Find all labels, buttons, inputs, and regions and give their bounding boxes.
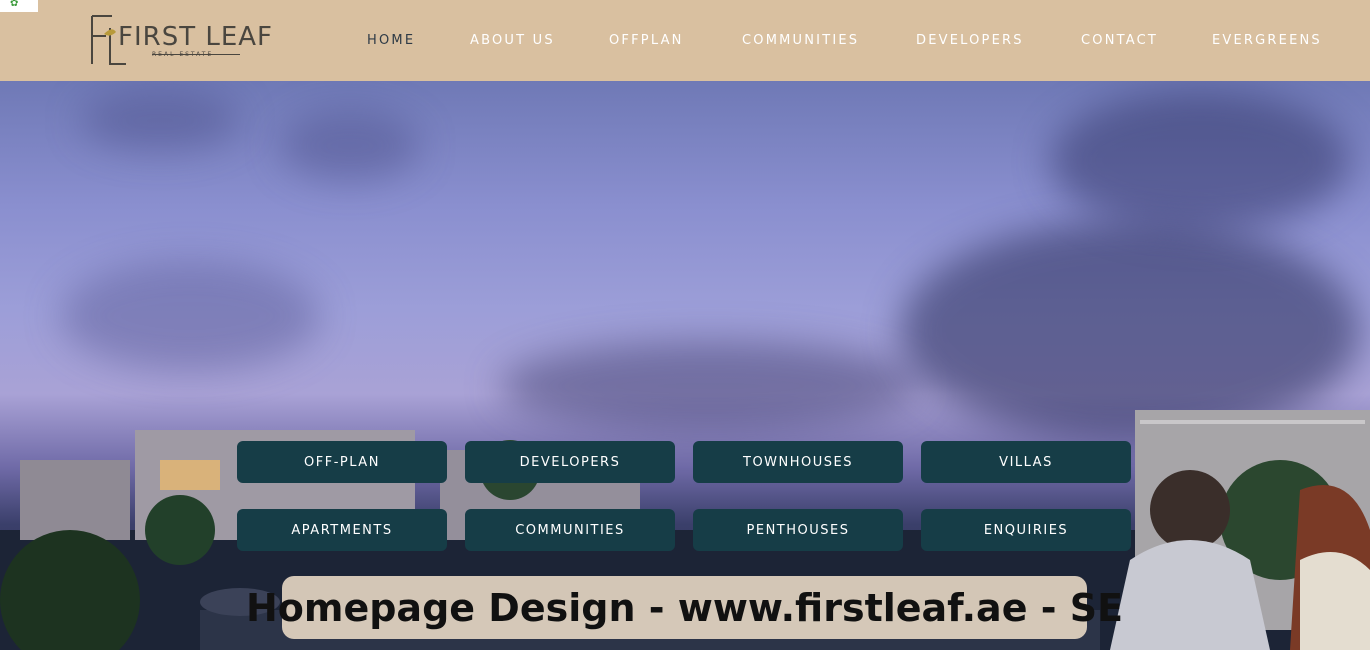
- caption-text: Homepage Design - www.firstleaf.ae - SE: [245, 585, 1124, 630]
- leaf-badge-icon: ✿: [0, 0, 38, 12]
- nav-developers[interactable]: DEVELOPERS: [916, 33, 1024, 48]
- nav-about-us[interactable]: ABOUT US: [470, 33, 555, 48]
- communities-button[interactable]: COMMUNITIES: [465, 509, 675, 551]
- offplan-button[interactable]: OFF-PLAN: [237, 441, 447, 483]
- villas-button[interactable]: VILLAS: [921, 441, 1131, 483]
- logo-rule: [152, 54, 240, 55]
- site-logo[interactable]: FIRST LEAF REAL ESTATE: [86, 14, 272, 68]
- nav-home[interactable]: HOME: [367, 33, 415, 48]
- nav-evergreens[interactable]: EVERGREENS: [1212, 33, 1322, 48]
- logo-wordmark: FIRST LEAF: [118, 22, 273, 52]
- penthouses-button[interactable]: PENTHOUSES: [693, 509, 903, 551]
- townhouses-button[interactable]: TOWNHOUSES: [693, 441, 903, 483]
- hero-image: [0, 81, 1370, 650]
- developers-button[interactable]: DEVELOPERS: [465, 441, 675, 483]
- site-header: ✿ FIRST LEAF REAL ESTATE HOME ABOUT US O…: [0, 0, 1370, 81]
- nav-communities[interactable]: COMMUNITIES: [742, 33, 859, 48]
- enquiries-button[interactable]: ENQUIRIES: [921, 509, 1131, 551]
- apartments-button[interactable]: APARTMENTS: [237, 509, 447, 551]
- nav-offplan[interactable]: OFFPLAN: [609, 33, 684, 48]
- nav-contact[interactable]: CONTACT: [1081, 33, 1158, 48]
- caption-banner: Homepage Design - www.firstleaf.ae - SE: [246, 576, 1123, 639]
